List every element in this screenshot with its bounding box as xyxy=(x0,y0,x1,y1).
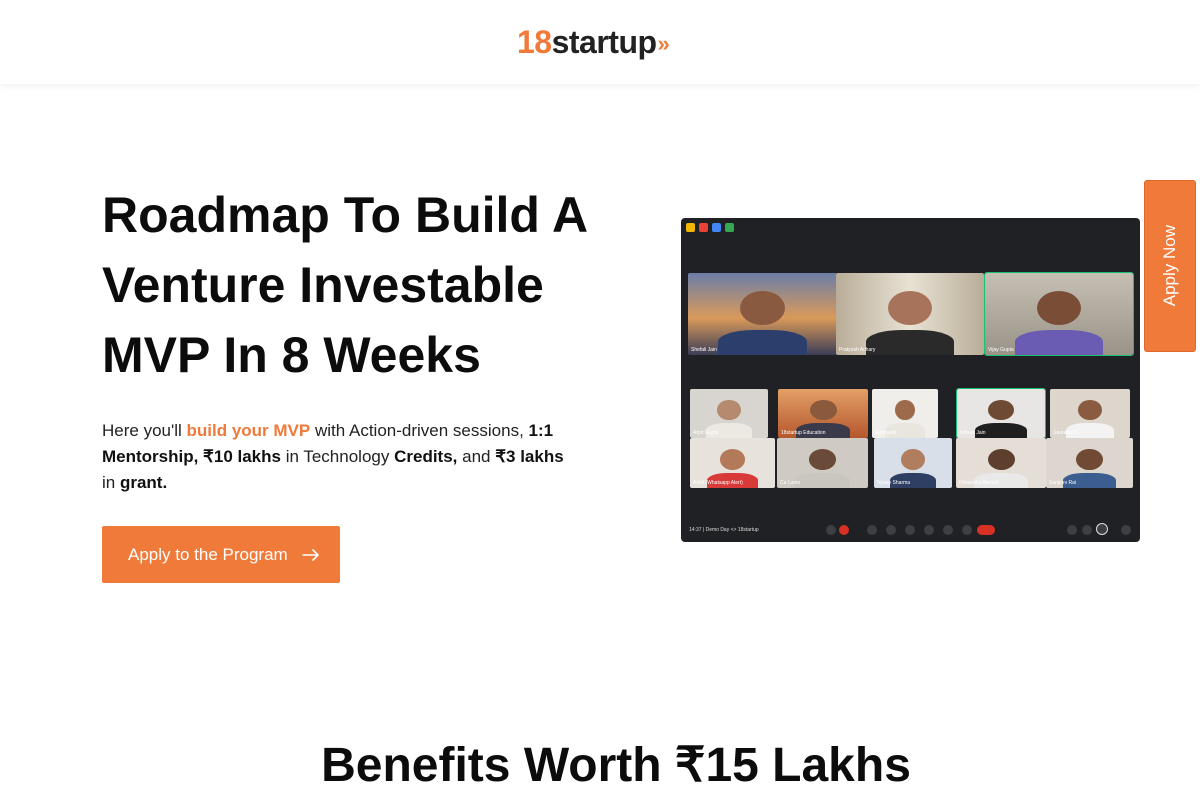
people-icon xyxy=(1082,525,1092,535)
mic-off-icon xyxy=(839,525,849,535)
hero-title: Roadmap To Build A Venture Investable MV… xyxy=(102,187,587,383)
participant-tile: 18startup Education xyxy=(778,389,868,438)
more-icon xyxy=(962,525,972,535)
demo-day-video-call-image: Shefali Jain Pratyush Achary Vijay Gupta… xyxy=(681,218,1140,542)
desc-text-3: in Technology xyxy=(280,447,395,466)
end-call-icon xyxy=(977,525,995,535)
participant-tile: Himanshu Bansal xyxy=(956,438,1046,488)
participant-tile: Nyaay Sharma xyxy=(874,438,952,488)
record-icon xyxy=(699,223,708,232)
participant-tile: Saurabh D xyxy=(1050,389,1130,438)
participant-name: Arpit Gupta xyxy=(693,430,719,436)
meeting-top-icons xyxy=(686,223,734,232)
participant-name: Shefali Jain xyxy=(691,347,717,353)
apply-now-side-tab[interactable]: Apply Now xyxy=(1144,180,1196,352)
desc-highlight: build your MVP xyxy=(186,421,311,440)
logo-arrows-icon: » xyxy=(657,31,670,56)
participant-tile: Pratyush Achary xyxy=(836,273,984,355)
camera-icon xyxy=(867,525,877,535)
arrow-right-icon xyxy=(301,548,320,561)
desc-credits: Credits, xyxy=(394,447,458,466)
info-icon xyxy=(1067,525,1077,535)
raise-hand-icon xyxy=(943,525,953,535)
desc-text-1: Here you'll xyxy=(102,421,187,440)
participant-name: 18startup Education xyxy=(781,430,826,436)
notes-icon xyxy=(712,223,721,232)
participant-tile: Ishaan Jain xyxy=(956,388,1046,439)
lock-icon xyxy=(1121,525,1131,535)
participant-name: Siddharth xyxy=(875,430,897,436)
participant-name: Himanshu Bansal xyxy=(959,480,999,486)
participant-tile: Shefali Jain xyxy=(688,273,837,355)
apply-now-label: Apply Now xyxy=(1160,225,1179,307)
participant-tile: Arpit Gupta xyxy=(690,389,768,438)
participant-tile: Vijay Gupta xyxy=(984,272,1134,356)
desc-grant: grant. xyxy=(119,473,168,492)
hero-description: Here you'll build your MVP with Action-d… xyxy=(102,418,572,496)
logo-word: startup xyxy=(551,24,657,60)
mic-icon xyxy=(826,525,836,535)
desc-text-2: with Action-driven sessions, xyxy=(310,421,529,440)
desc-text-5: in xyxy=(102,473,120,492)
hand-icon xyxy=(686,223,695,232)
participant-name: Sanjeev Rai xyxy=(1049,480,1076,486)
participant-tile: Siddharth xyxy=(872,389,938,438)
site-header: 18 startup » xyxy=(0,0,1200,84)
meeting-controls: 14:37 | Demo Day <> 18startup xyxy=(681,518,1140,542)
benefits-heading: Benefits Worth ₹15 Lakhs xyxy=(321,739,911,792)
participant-name: Ishaan Jain xyxy=(960,430,986,436)
desc-grant-amount: ₹3 lakhs xyxy=(495,447,564,466)
brand-logo[interactable]: 18 startup » xyxy=(517,18,670,62)
meeting-time: 14:37 | Demo Day <> 18startup xyxy=(689,527,759,533)
captions-icon xyxy=(886,525,896,535)
participant-name: Nyaay Sharma xyxy=(877,480,911,486)
sheets-icon xyxy=(725,223,734,232)
apply-program-button[interactable]: Apply to the Program xyxy=(102,526,340,583)
participant-name: Saurabh D xyxy=(1053,430,1077,436)
apply-program-label: Apply to the Program xyxy=(128,544,288,564)
participant-name: Vijay Gupta xyxy=(988,347,1014,353)
present-icon xyxy=(924,525,934,535)
participant-name: Ankit (Whatsapp Alert) xyxy=(693,480,743,486)
emoji-icon xyxy=(905,525,915,535)
participant-name: Ca Lumo xyxy=(780,480,801,486)
participant-tile: Sanjeev Rai xyxy=(1046,438,1133,488)
logo-number: 18 xyxy=(517,24,552,60)
participant-tile: Ankit (Whatsapp Alert) xyxy=(690,438,775,488)
chat-icon xyxy=(1096,523,1108,535)
participant-name: Pratyush Achary xyxy=(839,347,876,353)
participant-tile: Ca Lumo xyxy=(777,438,868,488)
desc-text-4: and xyxy=(457,447,496,466)
